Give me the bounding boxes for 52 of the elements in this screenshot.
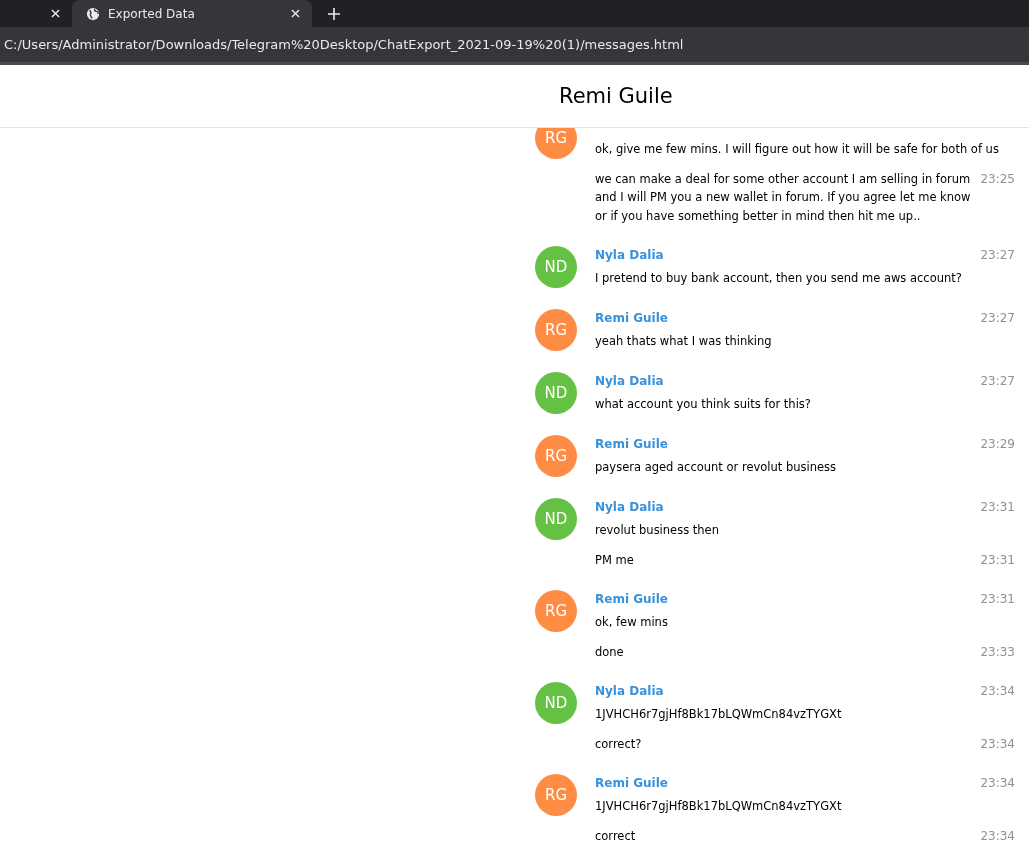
avatar-initials: ND	[535, 682, 577, 724]
close-icon[interactable]	[51, 9, 60, 18]
avatar-initials: ND	[535, 246, 577, 288]
sender-name: Remi Guile	[595, 776, 669, 790]
sender-name: Remi Guile	[595, 437, 669, 451]
avatar-initials: RG	[535, 774, 577, 816]
message-time: 23:34	[979, 684, 1015, 698]
message-time: 23:29	[979, 437, 1015, 451]
avatar-initials: ND	[535, 372, 577, 414]
message-text: 1JVHCH6r7gjHf8Bk17bLQWmCn84vzTYGXt	[595, 706, 843, 723]
message-time: 23:34	[979, 776, 1015, 790]
message-text: I pretend to buy bank account, then you send me aws account?	[595, 270, 963, 287]
tab-title: Exported Data	[108, 6, 196, 21]
message-time: 23:31	[979, 551, 1015, 569]
message-text: ok, give me few mins. I will figure out how it will be safe for both of us	[595, 141, 1000, 158]
address-bar[interactable]: C:/Users/Administrator/Downloads/Telegram%20Desktop/ChatExport_2021-09-19%20(1)/messages.html	[0, 27, 1029, 65]
message-time: 23:27	[979, 374, 1015, 388]
message-text: correct	[595, 827, 637, 845]
globe-icon	[86, 6, 100, 21]
message-time: 23:31	[979, 592, 1015, 606]
browser-tab[interactable]: Exported Data	[72, 0, 312, 27]
sender-name: Nyla Dalia	[595, 248, 665, 262]
message-time: 23:27	[979, 248, 1015, 262]
message-time: 23:33	[979, 643, 1015, 661]
message-time: 23:27	[979, 311, 1015, 325]
message-text: 1JVHCH6r7gjHf8Bk17bLQWmCn84vzTYGXt	[595, 798, 843, 815]
close-icon[interactable]	[291, 9, 300, 18]
sender-name: Remi Guile	[595, 311, 669, 325]
message-time: 23:31	[979, 500, 1015, 514]
avatar-initials: RG	[535, 590, 577, 632]
message-text: correct?	[595, 735, 643, 753]
new-tab-icon[interactable]	[328, 7, 340, 20]
message-text: revolut business then	[595, 522, 720, 539]
message-time: 23:34	[979, 735, 1015, 753]
sender-name: Nyla Dalia	[595, 374, 665, 388]
message-time: 23:34	[979, 827, 1015, 845]
avatar-initials: RG	[535, 435, 577, 477]
message-text: what account you think suits for this?	[595, 396, 812, 413]
avatar-initials: RG	[535, 128, 577, 159]
sender-name: Nyla Dalia	[595, 500, 665, 514]
message-text: we can make a deal for some other account I am selling in forum and I will PM you a new wallet in forum. If you agree let me know or if you have something better in mind then hit me up..	[595, 170, 972, 225]
message-text: ok, few mins	[595, 614, 669, 631]
message-text: paysera aged account or revolut business	[595, 459, 838, 476]
message-text: done	[595, 643, 625, 661]
message-time: 23:25	[979, 170, 1015, 188]
chat-title: Remi Guile	[559, 84, 673, 108]
message-text: PM me	[595, 551, 635, 569]
avatar-initials: RG	[535, 309, 577, 351]
avatar-initials: ND	[535, 498, 577, 540]
sender-name: Nyla Dalia	[595, 684, 665, 698]
sender-name: Remi Guile	[595, 592, 669, 606]
message-text: yeah thats what I was thinking	[595, 333, 773, 350]
